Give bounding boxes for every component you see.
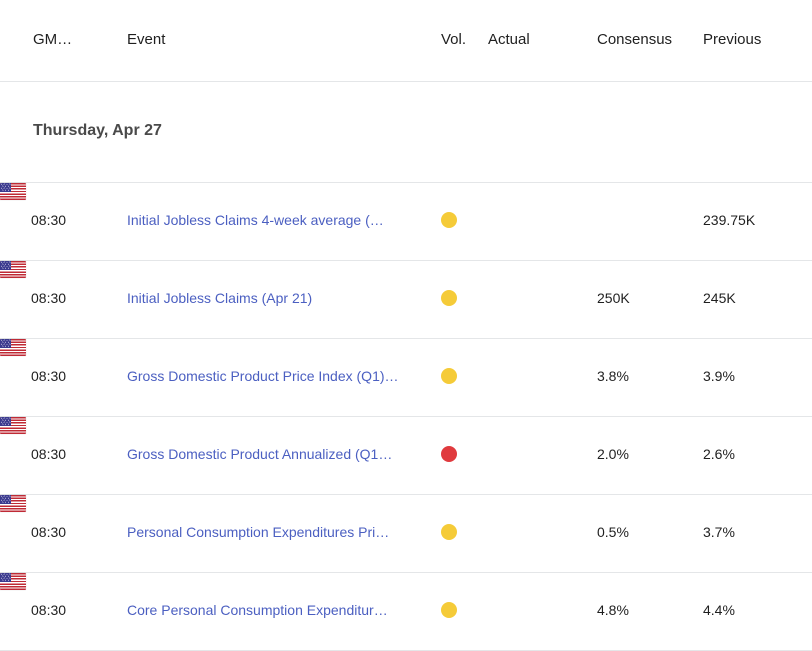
event-time: 08:30 xyxy=(31,446,67,462)
previous-value: 3.7% xyxy=(703,524,735,540)
event-time: 08:30 xyxy=(31,212,67,228)
us-flag-icon xyxy=(0,339,26,356)
table-row[interactable]: 08:30 Initial Jobless Claims (Apr 21) 250K… xyxy=(0,261,812,339)
date-group-label: Thursday, Apr 27 xyxy=(33,122,162,139)
previous-value: 4.4% xyxy=(703,602,735,618)
volatility-indicator-icon xyxy=(441,290,457,306)
volatility-indicator-icon xyxy=(441,212,457,228)
volatility-indicator-icon xyxy=(441,524,457,540)
volatility-indicator-icon xyxy=(441,602,457,618)
table-header-row: GM… Event Vol. Actual Consensus Previous xyxy=(0,0,812,82)
previous-value: 3.9% xyxy=(703,368,735,384)
column-header-event[interactable]: Event xyxy=(127,31,165,48)
consensus-value: 0.5% xyxy=(597,524,629,540)
table-row[interactable]: 08:30 Personal Consumption Expenditures P… xyxy=(0,495,812,573)
column-header-volatility[interactable]: Vol. xyxy=(441,31,466,48)
event-time: 08:30 xyxy=(31,368,67,384)
event-name-link[interactable]: Core Personal Consumption Expenditur… xyxy=(127,602,388,618)
event-name-link[interactable]: Personal Consumption Expenditures Pri… xyxy=(127,524,389,540)
previous-value: 245K xyxy=(703,290,736,306)
event-time: 08:30 xyxy=(31,602,67,618)
consensus-value: 2.0% xyxy=(597,446,629,462)
table-row[interactable]: 08:30 Initial Jobless Claims 4-week avera… xyxy=(0,183,812,261)
column-header-time[interactable]: GM… xyxy=(33,31,72,48)
event-name-link[interactable]: Gross Domestic Product Annualized (Q1… xyxy=(127,446,392,462)
event-name-link[interactable]: Gross Domestic Product Price Index (Q1)… xyxy=(127,368,399,384)
us-flag-icon xyxy=(0,495,26,512)
table-body: 08:30 Initial Jobless Claims 4-week avera… xyxy=(0,183,812,651)
volatility-indicator-icon xyxy=(441,446,457,462)
column-header-consensus[interactable]: Consensus xyxy=(597,31,672,48)
table-row[interactable]: 08:30 Gross Domestic Product Annualized (… xyxy=(0,417,812,495)
event-name-link[interactable]: Initial Jobless Claims (Apr 21) xyxy=(127,290,312,306)
date-group-header: Thursday, Apr 27 xyxy=(0,82,812,183)
consensus-value: 3.8% xyxy=(597,368,629,384)
economic-calendar: GM… Event Vol. Actual Consensus Previous… xyxy=(0,0,812,651)
event-time: 08:30 xyxy=(31,290,67,306)
event-name-link[interactable]: Initial Jobless Claims 4-week average (… xyxy=(127,212,384,228)
table-row[interactable]: 08:30 Core Personal Consumption Expenditu… xyxy=(0,573,812,651)
column-header-previous[interactable]: Previous xyxy=(703,31,761,48)
previous-value: 2.6% xyxy=(703,446,735,462)
volatility-indicator-icon xyxy=(441,368,457,384)
consensus-value: 4.8% xyxy=(597,602,629,618)
us-flag-icon xyxy=(0,573,26,590)
table-row[interactable]: 08:30 Gross Domestic Product Price Index … xyxy=(0,339,812,417)
us-flag-icon xyxy=(0,183,26,200)
event-time: 08:30 xyxy=(31,524,67,540)
previous-value: 239.75K xyxy=(703,212,756,228)
column-header-actual[interactable]: Actual xyxy=(488,31,530,48)
consensus-value: 250K xyxy=(597,290,630,306)
us-flag-icon xyxy=(0,417,26,434)
us-flag-icon xyxy=(0,261,26,278)
